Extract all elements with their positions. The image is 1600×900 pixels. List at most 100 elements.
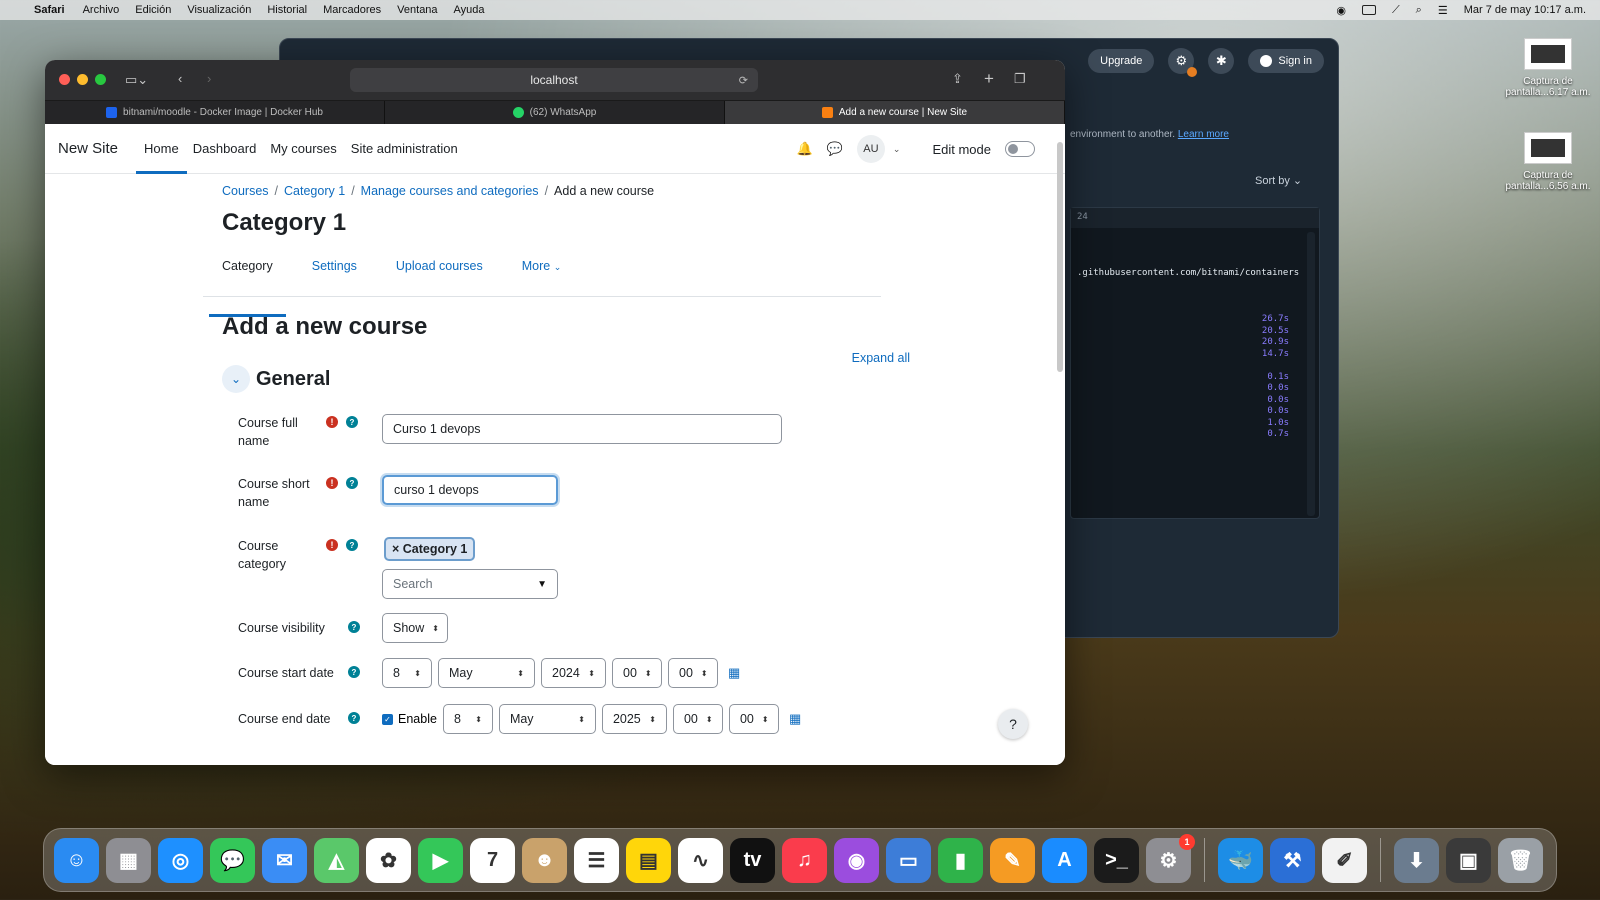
- finder-icon[interactable]: ☺: [54, 837, 99, 883]
- spotlight-icon[interactable]: ⌕: [1416, 4, 1422, 17]
- help-icon[interactable]: ?: [348, 666, 360, 678]
- address-bar[interactable]: localhost ⟳: [350, 68, 758, 92]
- start-minute-select[interactable]: 00 ⬍: [668, 658, 718, 688]
- page-scrollbar[interactable]: [1057, 142, 1063, 372]
- help-icon[interactable]: ?: [348, 712, 360, 724]
- keynote-icon[interactable]: ▭: [886, 837, 931, 883]
- menubar-datetime[interactable]: Mar 7 de may 10:17 a.m.: [1464, 4, 1586, 16]
- tab-docker-hub[interactable]: bitnami/moodle - Docker Image | Docker H…: [45, 101, 385, 124]
- docker-settings-icon[interactable]: ⚙: [1168, 48, 1198, 77]
- freeform-icon[interactable]: ∿: [678, 837, 723, 883]
- notifications-bell-icon[interactable]: 🔔: [797, 141, 813, 157]
- calendar-icon[interactable]: ▦: [728, 665, 740, 681]
- help-icon[interactable]: ?: [346, 539, 358, 551]
- menu-historial[interactable]: Historial: [267, 4, 307, 16]
- reload-icon[interactable]: ⟳: [739, 74, 748, 87]
- docker-sort-by[interactable]: Sort by ⌄: [1255, 174, 1302, 187]
- textedit-icon[interactable]: ✐: [1322, 837, 1367, 883]
- numbers-icon[interactable]: ▮: [938, 837, 983, 883]
- terminal-icon[interactable]: >_: [1094, 837, 1139, 883]
- control-center-icon[interactable]: ☰: [1438, 4, 1448, 17]
- docker-signin-button[interactable]: Sign in: [1248, 49, 1324, 73]
- start-year-select[interactable]: 2024 ⬍: [541, 658, 606, 688]
- end-month-select[interactable]: May ⬍: [498, 704, 596, 734]
- wifi-off-icon[interactable]: ⟋: [1392, 4, 1400, 17]
- course-full-name-input[interactable]: Curso 1 devops: [382, 414, 782, 444]
- category-search-select[interactable]: Search ▼: [382, 569, 558, 599]
- tab-whatsapp[interactable]: (62) WhatsApp: [385, 101, 725, 124]
- menu-ventana[interactable]: Ventana: [397, 4, 437, 16]
- breadcrumb-manage[interactable]: Manage courses and categories: [361, 184, 539, 198]
- checkbox-checked-icon[interactable]: ✓: [382, 713, 393, 725]
- new-tab-icon[interactable]: +: [984, 69, 994, 89]
- docker-upgrade-button[interactable]: Upgrade: [1088, 49, 1155, 73]
- breadcrumb-courses[interactable]: Courses: [222, 184, 269, 198]
- menu-ayuda[interactable]: Ayuda: [454, 4, 485, 16]
- user-menu-chevron-icon[interactable]: ⌄: [893, 144, 901, 155]
- course-short-name-input[interactable]: curso 1 devops: [382, 475, 558, 505]
- help-icon[interactable]: ?: [346, 477, 358, 489]
- messages-icon[interactable]: 💬: [210, 837, 255, 883]
- menu-visualizacion[interactable]: Visualización: [187, 4, 251, 16]
- tv-icon[interactable]: tv: [730, 837, 775, 883]
- music-icon[interactable]: ♫: [782, 837, 827, 883]
- desktop-file-1[interactable]: Captura de pantalla...6.17 a.m.: [1493, 38, 1600, 98]
- reminders-icon[interactable]: ☰: [574, 837, 619, 883]
- tab-category[interactable]: Category: [209, 255, 286, 317]
- general-section-header[interactable]: ⌄ General: [222, 365, 922, 393]
- maps-icon[interactable]: ◭: [314, 837, 359, 883]
- visibility-select[interactable]: Show ⬍: [382, 613, 448, 643]
- menu-edicion[interactable]: Edición: [135, 4, 171, 16]
- tab-upload-courses[interactable]: Upload courses: [383, 255, 483, 296]
- expand-all-link[interactable]: Expand all: [852, 351, 910, 365]
- category-chip[interactable]: × Category 1: [384, 537, 476, 561]
- sidebar-toggle-icon[interactable]: ▭⌄: [125, 72, 148, 88]
- docker-learn-more-link[interactable]: Learn more: [1178, 129, 1229, 140]
- pages-icon[interactable]: ✎: [990, 837, 1035, 883]
- edit-mode-toggle[interactable]: [1005, 141, 1035, 157]
- mail-icon[interactable]: ✉: [262, 837, 307, 883]
- end-minute-select[interactable]: 00 ⬍: [728, 704, 779, 734]
- trash-icon[interactable]: 🗑: [1498, 837, 1543, 883]
- screen-recording-icon[interactable]: ◉: [1336, 4, 1346, 17]
- notes-icon[interactable]: ▤: [626, 837, 671, 883]
- docker-bug-icon[interactable]: ✱: [1208, 48, 1235, 74]
- start-month-select[interactable]: May ⬍: [438, 658, 535, 688]
- forward-icon[interactable]: ›: [207, 71, 211, 86]
- photos-icon[interactable]: ✿: [366, 837, 411, 883]
- tab-more[interactable]: More ⌄: [509, 255, 562, 296]
- close-window-button[interactable]: [59, 74, 70, 85]
- messages-chat-icon[interactable]: 💬: [827, 141, 843, 157]
- tab-overview-icon[interactable]: ❐: [1014, 71, 1026, 87]
- menu-archivo[interactable]: Archivo: [83, 4, 120, 16]
- end-day-select[interactable]: 8 ⬍: [442, 704, 493, 734]
- downloads-icon[interactable]: ⬇: [1394, 837, 1439, 883]
- start-day-select[interactable]: 8 ⬍: [382, 658, 432, 688]
- tab-settings[interactable]: Settings: [299, 255, 357, 296]
- display-icon[interactable]: [1361, 5, 1376, 15]
- safari-icon[interactable]: ◎: [158, 837, 203, 883]
- end-hour-select[interactable]: 00 ⬍: [672, 704, 723, 734]
- share-icon[interactable]: ⇪: [952, 71, 963, 87]
- nav-site-administration[interactable]: Site administration: [351, 124, 458, 174]
- podcasts-icon[interactable]: ◉: [834, 837, 879, 883]
- contacts-icon[interactable]: ☻: [522, 837, 567, 883]
- app-store-icon[interactable]: A: [1042, 837, 1087, 883]
- xcode-icon[interactable]: ⚒: [1270, 837, 1315, 883]
- help-icon[interactable]: ?: [348, 621, 360, 633]
- desktop-file-2[interactable]: Captura de pantalla...6.56 a.m.: [1493, 132, 1600, 192]
- end-year-select[interactable]: 2025 ⬍: [601, 704, 667, 734]
- launchpad-icon[interactable]: ▦: [106, 837, 151, 883]
- nav-my-courses[interactable]: My courses: [270, 124, 336, 174]
- start-hour-select[interactable]: 00 ⬍: [612, 658, 662, 688]
- nav-home[interactable]: Home: [136, 124, 187, 174]
- back-icon[interactable]: ‹: [178, 71, 182, 86]
- docker-icon[interactable]: 🐳: [1218, 837, 1263, 883]
- nav-dashboard[interactable]: Dashboard: [193, 124, 257, 174]
- zoom-window-button[interactable]: [95, 74, 106, 85]
- calendar-icon[interactable]: ▦: [789, 711, 801, 727]
- screenshots-icon[interactable]: ▣: [1446, 837, 1491, 883]
- menu-marcadores[interactable]: Marcadores: [323, 4, 381, 16]
- help-floating-button[interactable]: ?: [998, 709, 1028, 739]
- collapse-chevron-icon[interactable]: ⌄: [222, 365, 250, 393]
